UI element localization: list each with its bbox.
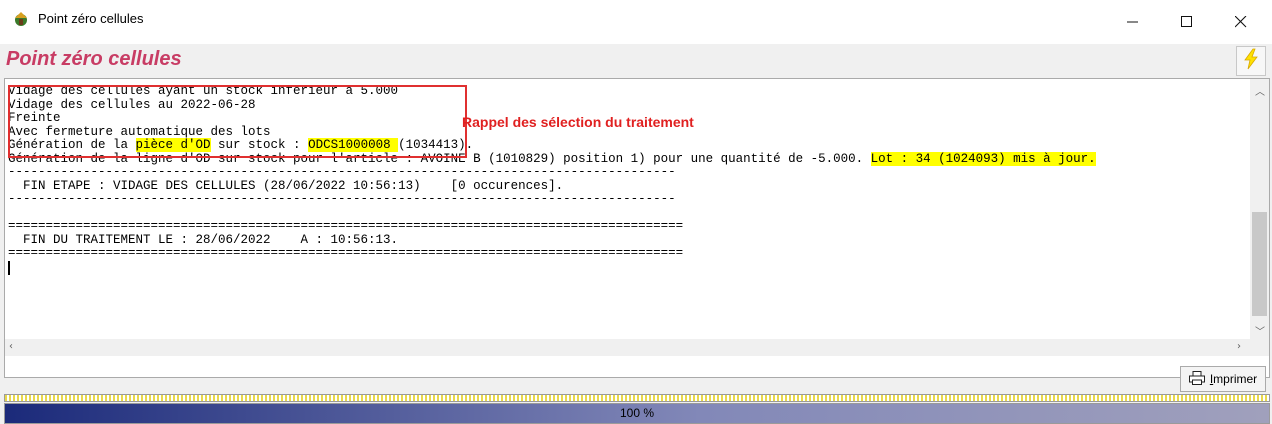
close-button[interactable] xyxy=(1218,0,1264,44)
log-line: ----------------------------------------… xyxy=(8,192,1244,207)
window-title: Point zéro cellules xyxy=(38,11,144,26)
page-title: Point zéro cellules xyxy=(6,48,182,70)
log-content: Vidage des cellules ayant un stock infér… xyxy=(8,85,1244,340)
lightning-icon xyxy=(1242,48,1260,74)
scroll-thumb[interactable] xyxy=(1252,212,1267,316)
log-cursor-line xyxy=(8,260,1244,275)
window-titlebar: Point zéro cellules xyxy=(0,0,1272,44)
log-segment: FIN ETAPE : VIDAGE DES CELLULES (28/06/2… xyxy=(8,178,564,193)
printer-icon xyxy=(1188,370,1205,388)
log-segment: FIN DU TRAITEMENT LE : 28/06/2022 A : 10… xyxy=(8,232,399,247)
print-label-rest: mprimer xyxy=(1213,372,1258,386)
maximize-button[interactable] xyxy=(1164,0,1210,44)
log-line: ========================================… xyxy=(8,246,1244,261)
log-line: FIN ETAPE : VIDAGE DES CELLULES (28/06/2… xyxy=(8,178,1244,194)
scrollbar-corner xyxy=(1250,339,1269,356)
print-button[interactable]: Imprimer xyxy=(1180,366,1266,392)
print-button-label: Imprimer xyxy=(1210,372,1257,386)
scroll-down-icon[interactable]: ﹀ xyxy=(1255,323,1265,338)
scroll-right-icon[interactable]: › xyxy=(1237,341,1241,352)
log-segment: Lot : 34 (1024093) mis à jour. xyxy=(870,151,1096,166)
run-button[interactable] xyxy=(1236,46,1266,76)
log-line: ========================================… xyxy=(8,219,1244,234)
progress-stripe xyxy=(4,394,1270,402)
log-segment: ----------------------------------------… xyxy=(8,192,676,206)
log-segment: ========================================… xyxy=(8,246,684,260)
selection-summary-box xyxy=(8,85,467,158)
app-icon xyxy=(12,10,30,28)
log-line: FIN DU TRAITEMENT LE : 28/06/2022 A : 10… xyxy=(8,232,1244,248)
log-line: ----------------------------------------… xyxy=(8,165,1244,180)
minimize-button[interactable] xyxy=(1110,0,1156,44)
annotation-label: Rappel des sélection du traitement xyxy=(462,114,694,130)
progress-bar: 100 % xyxy=(4,403,1270,424)
horizontal-scrollbar[interactable]: ‹ › xyxy=(5,339,1250,356)
text-caret xyxy=(8,260,10,275)
scroll-up-icon[interactable]: ︿ xyxy=(1255,83,1265,98)
log-segment: ----------------------------------------… xyxy=(8,165,676,179)
log-segment: ========================================… xyxy=(8,219,684,233)
scroll-left-icon[interactable]: ‹ xyxy=(9,341,13,352)
vertical-scrollbar[interactable]: ︿ ﹀ xyxy=(1250,79,1269,339)
header-band: Point zéro cellules xyxy=(0,44,1272,77)
progress-label: 100 % xyxy=(619,406,655,420)
log-panel[interactable]: Vidage des cellules ayant un stock infér… xyxy=(4,78,1270,378)
